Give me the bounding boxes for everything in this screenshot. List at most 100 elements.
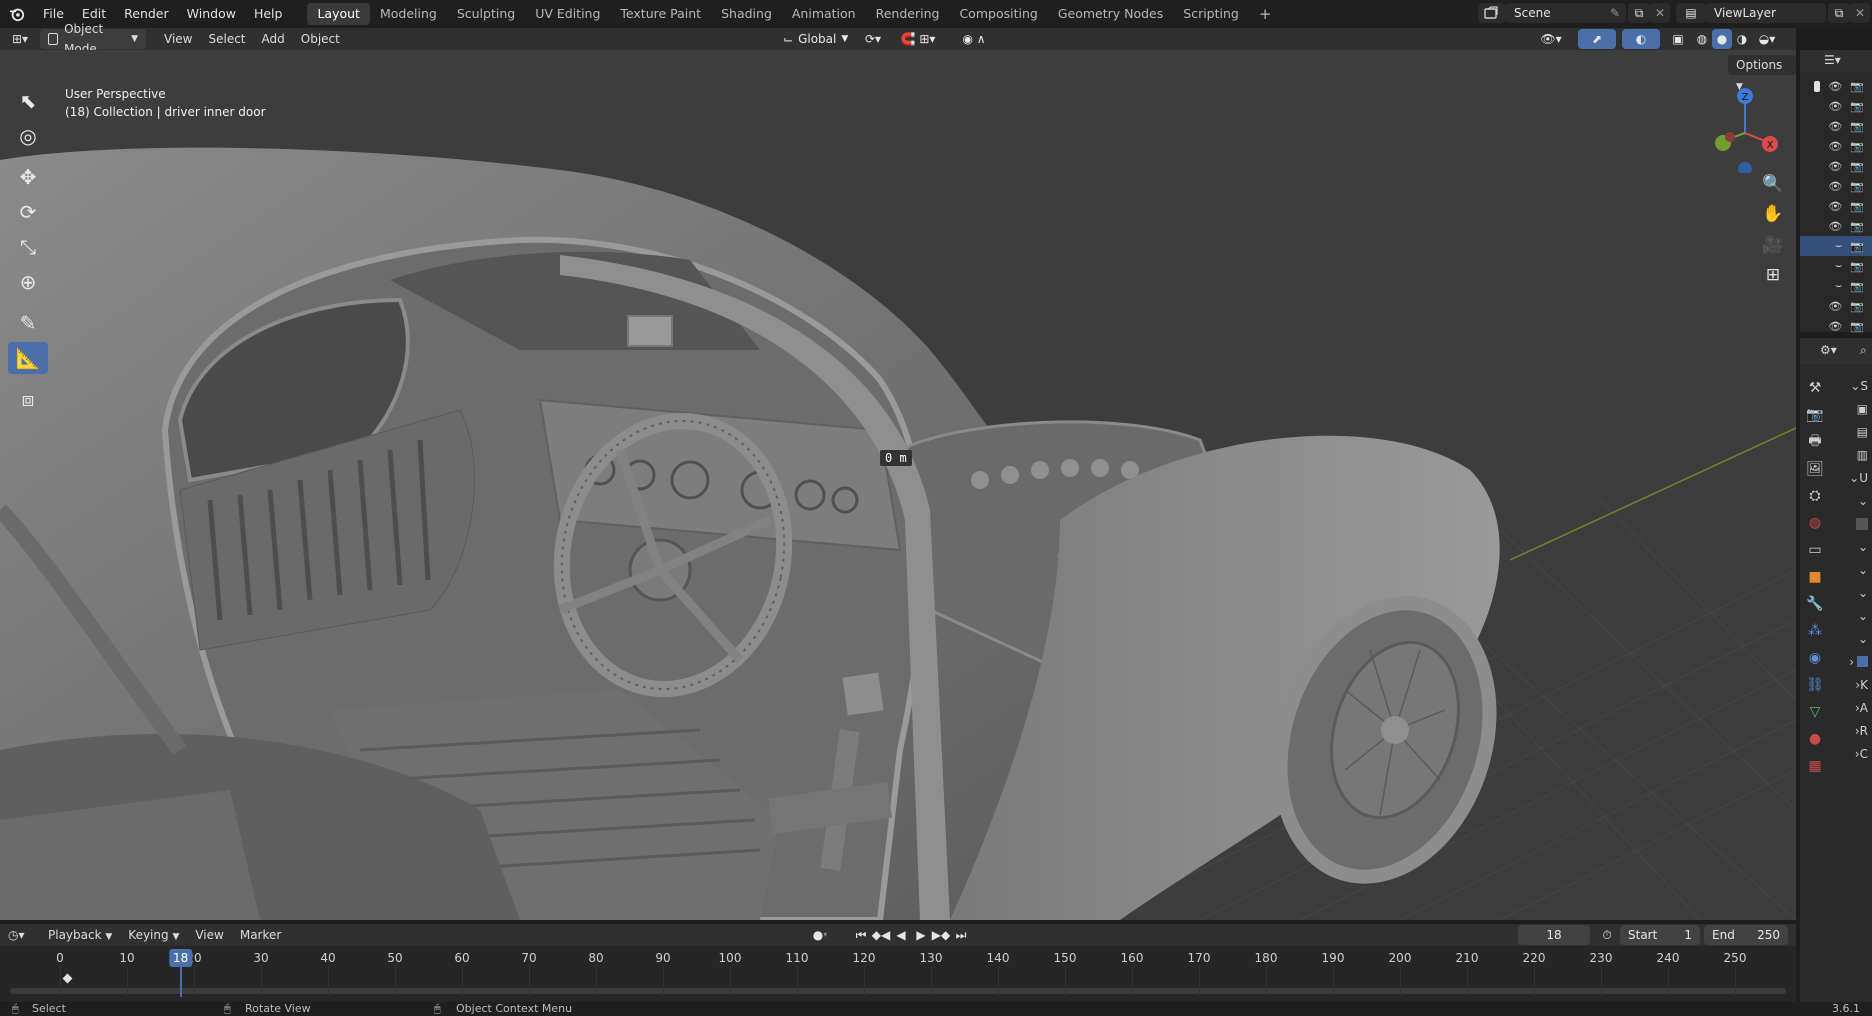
camera-render-icon[interactable]: 📷	[1850, 100, 1864, 113]
outliner-row[interactable]: 👁 📷	[1800, 196, 1872, 216]
options-button[interactable]: Options ▼	[1728, 55, 1796, 92]
outliner-row[interactable]: 👁 📷	[1800, 216, 1872, 236]
outliner-row[interactable]: 👁 📷	[1800, 136, 1872, 156]
gizmo-toggle-icon[interactable]: ⬈	[1578, 29, 1616, 49]
timeline-scrollbar[interactable]	[10, 988, 1786, 994]
world-tab[interactable]: ◍	[1800, 509, 1830, 536]
scene-selector-icon[interactable]	[1478, 3, 1506, 23]
outliner-row[interactable]: ⌣ 📷	[1800, 256, 1872, 276]
outliner-row[interactable]: ⌣ 📷	[1800, 276, 1872, 296]
panel-c[interactable]: › C	[1836, 742, 1872, 765]
brush-preview-icon[interactable]: ▥	[1836, 443, 1872, 466]
select-box-tool[interactable]: ⬉	[8, 85, 48, 117]
prev-keyframe-button[interactable]: ◆◀	[872, 925, 890, 945]
pin-icon[interactable]: ✎	[1610, 3, 1620, 23]
eye-icon[interactable]: 👁	[1828, 80, 1842, 93]
camera-render-icon[interactable]: 📷	[1850, 220, 1864, 233]
camera-render-icon[interactable]: 📷	[1850, 260, 1864, 273]
menu-window[interactable]: Window	[178, 0, 245, 28]
add-workspace-button[interactable]: +	[1249, 3, 1282, 25]
menu-view[interactable]: View	[156, 29, 200, 49]
car-model-render[interactable]	[0, 50, 1796, 920]
scene-tab[interactable]: ⛭	[1800, 482, 1830, 509]
xray-toggle-icon[interactable]: ▣	[1668, 29, 1688, 49]
jump-end-button[interactable]: ⏭	[952, 925, 970, 945]
proportional-edit-icon[interactable]: ◉ ∧	[950, 29, 998, 49]
outliner-row[interactable]: ⌣ 📷	[1800, 236, 1872, 256]
transform-orientation-selector[interactable]: ⌙ Global ▼	[775, 29, 853, 49]
transform-tool[interactable]: ⊕	[8, 266, 48, 298]
collection-tab[interactable]: ▭	[1800, 536, 1830, 563]
menu-marker[interactable]: Marker	[232, 925, 289, 945]
outliner-row[interactable]: 👁 📷	[1800, 96, 1872, 116]
eye-icon[interactable]: 👁	[1828, 120, 1842, 133]
navigation-gizmo[interactable]: Z X	[1705, 83, 1785, 173]
constraints-tab[interactable]: ⛓	[1800, 671, 1830, 698]
camera-render-icon[interactable]: 📷	[1850, 240, 1864, 253]
object-tab[interactable]: ■	[1800, 563, 1830, 590]
physics-tab[interactable]: ◉	[1800, 644, 1830, 671]
outliner-editor-icon[interactable]: ☰▾	[1824, 53, 1841, 67]
eye-icon[interactable]: 👁	[1828, 160, 1842, 173]
overlay-toggle-icon[interactable]: ◐	[1622, 29, 1660, 49]
output-tab[interactable]: 🖶	[1800, 428, 1830, 455]
perspective-toggle-button[interactable]: ⊞	[1758, 260, 1788, 290]
tab-layout[interactable]: Layout	[307, 3, 370, 25]
eye-closed-icon[interactable]: ⌣	[1835, 279, 1842, 293]
eye-closed-icon[interactable]: ⌣	[1835, 259, 1842, 273]
data-tab[interactable]: ▽	[1800, 698, 1830, 725]
modifier-tab[interactable]: 🔧	[1800, 590, 1830, 617]
start-frame-field[interactable]: Start 1	[1620, 925, 1700, 945]
menu-keying[interactable]: Keying ▼	[120, 925, 187, 945]
texture-tab[interactable]: ▦	[1800, 752, 1830, 779]
view-layer-name-field[interactable]: ViewLayer	[1706, 3, 1826, 23]
eye-closed-icon[interactable]: ⌣	[1835, 239, 1842, 253]
menu-help[interactable]: Help	[245, 0, 292, 28]
texture-slot-icon[interactable]: ▤	[1836, 420, 1872, 443]
snap-toggle-icon[interactable]: 🧲 ⊞▾	[892, 29, 944, 49]
tab-compositing[interactable]: Compositing	[949, 3, 1047, 25]
view-layer-selector-icon[interactable]: ▤	[1676, 3, 1706, 23]
panel-r[interactable]: › R	[1836, 719, 1872, 742]
material-shading-icon[interactable]: ◑	[1732, 29, 1752, 49]
outliner-row[interactable]: 👁 📷	[1800, 316, 1872, 336]
camera-render-icon[interactable]: 📷	[1850, 280, 1864, 293]
eye-icon[interactable]: 👁	[1828, 300, 1842, 313]
eye-icon[interactable]: 👁	[1828, 100, 1842, 113]
pan-view-button[interactable]: ✋	[1758, 199, 1788, 229]
rendered-shading-icon[interactable]: ◒▾	[1752, 29, 1782, 49]
3d-viewport[interactable]: User Perspective (18) Collection | drive…	[0, 50, 1796, 920]
view-layer-delete-icon[interactable]: ✕	[1850, 3, 1870, 23]
outliner-row[interactable]: 👁 📷	[1800, 156, 1872, 176]
timeline-area[interactable]: 0 10 20 30 40 50 60 70 80 90 100 110 120 130 140 150 160…	[0, 946, 1796, 1002]
panel-k[interactable]: › K	[1836, 673, 1872, 696]
outliner-row[interactable]: 👁 📷	[1800, 116, 1872, 136]
scene-name-field[interactable]: Scene ✎	[1506, 3, 1626, 23]
add-cube-tool[interactable]: ⧈	[8, 383, 48, 415]
camera-render-icon[interactable]: 📷	[1850, 120, 1864, 133]
play-button[interactable]: ▶	[912, 925, 930, 945]
properties-editor-icon[interactable]: ⚙▾	[1820, 343, 1837, 357]
view-layer-tab[interactable]: 🖼	[1800, 455, 1830, 482]
playhead[interactable]: 18	[168, 949, 193, 967]
solid-shading-icon[interactable]: ●	[1712, 29, 1732, 49]
panel-a[interactable]: › A	[1836, 696, 1872, 719]
tab-uv-editing[interactable]: UV Editing	[525, 3, 610, 25]
end-frame-field[interactable]: End 250	[1704, 925, 1788, 945]
play-reverse-button[interactable]: ◀	[892, 925, 910, 945]
annotate-tool[interactable]: ✎	[8, 307, 48, 339]
preview-range-icon[interactable]: ⏱	[1596, 925, 1618, 945]
scale-tool[interactable]: ⤡	[8, 231, 48, 263]
eye-icon[interactable]: 👁	[1828, 220, 1842, 233]
mode-selector[interactable]: Object Mode ▼	[40, 22, 146, 56]
menu-playback[interactable]: Playback ▼	[40, 925, 120, 945]
outliner-row[interactable]: 👁 📷	[1800, 296, 1872, 316]
cursor-tool[interactable]: ◎	[8, 120, 48, 152]
dropdown-2-icon[interactable]: ⌄	[1836, 535, 1872, 558]
menu-timeline-view[interactable]: View	[187, 925, 231, 945]
tab-texture-paint[interactable]: Texture Paint	[610, 3, 711, 25]
menu-object[interactable]: Object	[293, 29, 348, 49]
render-tab[interactable]: 📷	[1800, 401, 1830, 428]
object-name-icon[interactable]: ▣	[1836, 397, 1872, 420]
search-icon[interactable]: ⌕	[1860, 343, 1867, 358]
